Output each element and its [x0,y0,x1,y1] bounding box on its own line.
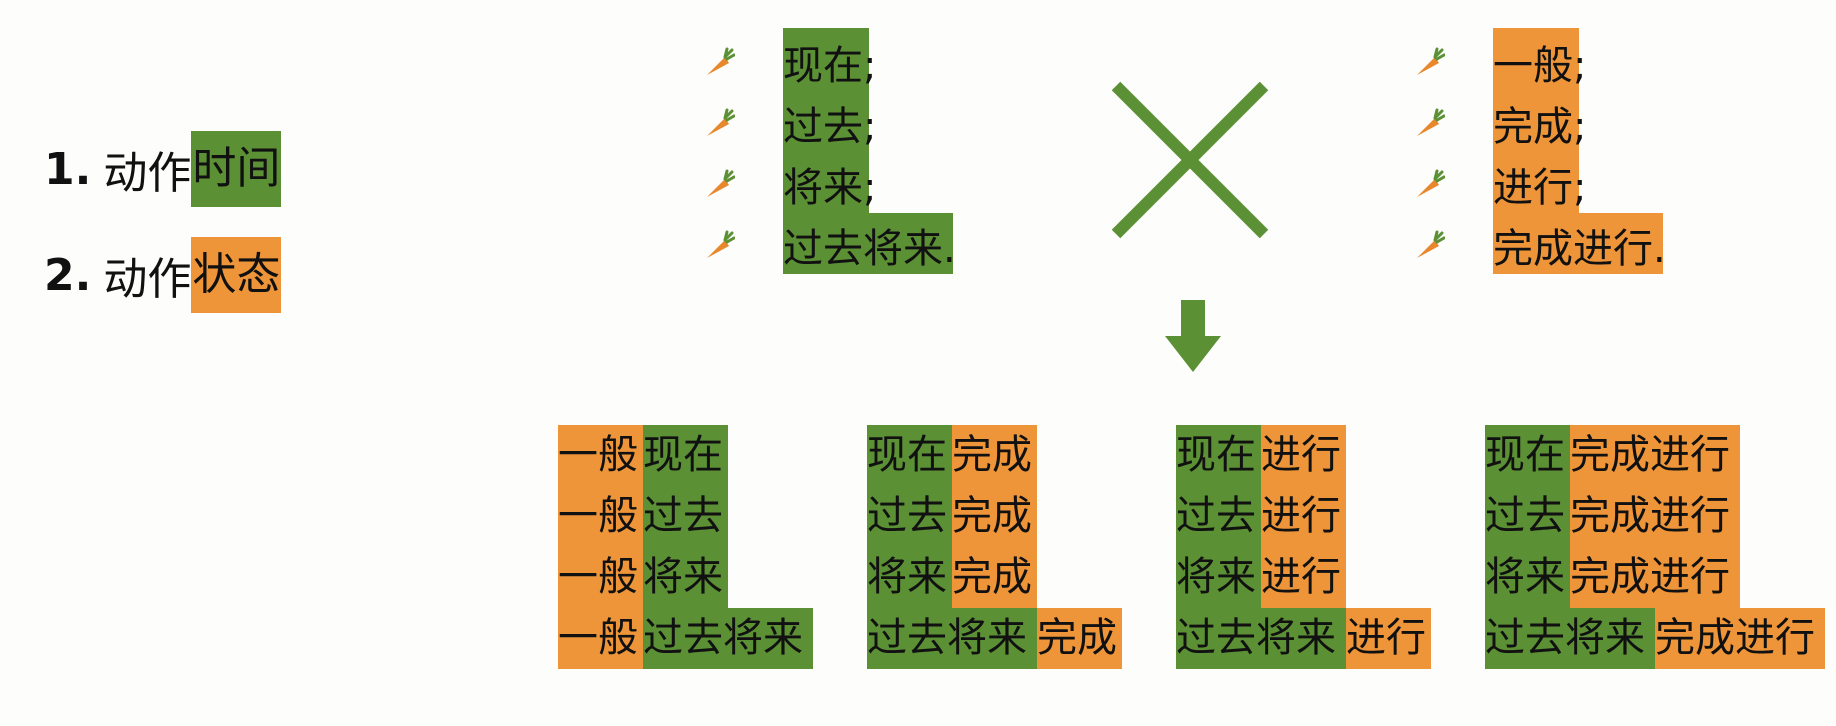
arrow-down-icon [1165,300,1221,372]
time-segment: 将来 [1176,547,1261,608]
list-item: 过去将来. [783,226,956,272]
state-segment: 完成进行 [1570,425,1740,486]
legend-number: 1. [44,143,92,195]
time-segment: 将来 [867,547,952,608]
list-item: 过去; [783,104,877,150]
legend-item-time: 1. 动作 时间 [44,130,282,208]
carrot-icon [707,108,735,136]
time-segment: 过去 [867,486,952,547]
carrot-icon [707,230,735,258]
state-segment: 完成进行 [1570,547,1740,608]
time-segment: 过去 [1485,486,1570,547]
time-segment: 过去 [643,486,728,547]
time-segment: 现在 [867,425,952,486]
time-segment: 将来 [1485,547,1570,608]
state-segment: 一般 [558,547,643,608]
list-item: 完成; [1493,104,1587,150]
carrot-icon [707,169,735,197]
legend-prefix: 动作 [103,148,192,199]
cross-icon [1111,81,1269,239]
list-item: 一般; [1493,43,1587,89]
time-segment: 过去将来 [643,608,813,669]
state-segment: 进行 [1261,425,1346,486]
legend-prefix: 动作 [103,254,192,305]
state-segment: 完成 [1037,608,1122,669]
state-segment: 进行 [1346,608,1431,669]
legend-highlight-state: 状态 [191,237,282,313]
carrot-icon [707,47,735,75]
legend-highlight-time: 时间 [191,131,282,207]
carrot-icon [1417,47,1445,75]
legend-item-state: 2. 动作 状态 [44,236,282,314]
state-segment: 一般 [558,425,643,486]
state-segment: 一般 [558,608,643,669]
state-segment: 一般 [558,486,643,547]
list-item: 进行; [1493,165,1587,211]
time-segment: 过去 [1176,486,1261,547]
carrot-icon [1417,108,1445,136]
state-segment: 完成 [952,425,1037,486]
state-segment: 完成进行 [1655,608,1825,669]
state-segment: 进行 [1261,547,1346,608]
time-segment: 过去将来 [1485,608,1655,669]
state-segment: 完成 [952,547,1037,608]
list-item: 现在; [783,43,877,89]
time-segment: 现在 [1176,425,1261,486]
time-segment: 过去将来 [867,608,1037,669]
legend-number: 2. [44,249,92,301]
state-segment: 完成进行 [1570,486,1740,547]
time-segment: 将来 [643,547,728,608]
list-item: 完成进行. [1493,226,1666,272]
list-item: 将来; [783,165,877,211]
time-segment: 现在 [643,425,728,486]
state-segment: 进行 [1261,486,1346,547]
state-segment: 完成 [952,486,1037,547]
time-segment: 过去将来 [1176,608,1346,669]
carrot-icon [1417,169,1445,197]
carrot-icon [1417,230,1445,258]
time-segment: 现在 [1485,425,1570,486]
